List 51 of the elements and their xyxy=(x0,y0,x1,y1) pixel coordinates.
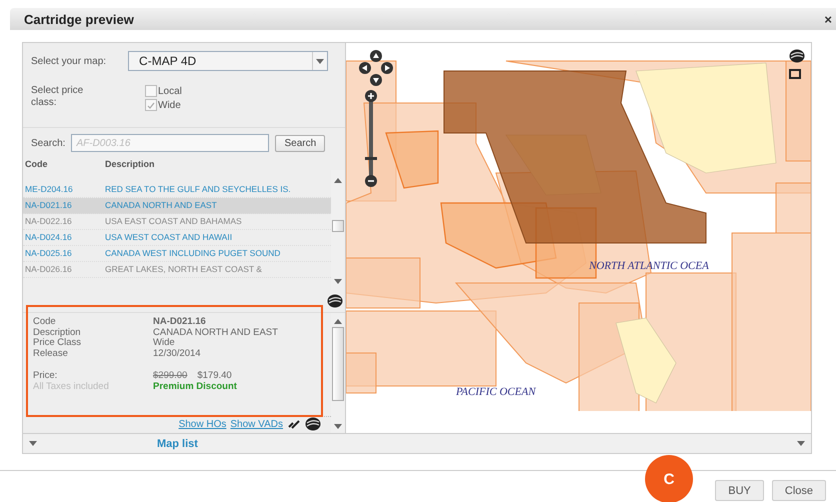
detail-label: Description xyxy=(33,328,82,338)
detail-value: Wide xyxy=(153,338,175,348)
search-label: Search: xyxy=(31,138,66,148)
globe-icon xyxy=(789,49,805,63)
scroll-down-icon[interactable] xyxy=(334,424,342,429)
pan-control-icon[interactable] xyxy=(358,49,394,87)
zoom-slider-icon[interactable] xyxy=(364,89,378,189)
detail-value: 12/30/2014 xyxy=(153,348,201,359)
map-select[interactable]: C-MAP 4D xyxy=(128,51,328,71)
details-link[interactable]: Show VADs xyxy=(230,418,283,430)
map-list-row[interactable]: NA-D021.16 CANADA NORTH AND EAST xyxy=(23,198,331,214)
price-value: $299.00 $179.40 xyxy=(153,371,232,382)
search-button[interactable]: Search xyxy=(275,134,326,152)
caret-icon[interactable] xyxy=(29,441,37,446)
map-list-row[interactable]: NA-D026.16 GREAT LAKES, NORTH EAST COAST & xyxy=(23,262,331,278)
globe-icon xyxy=(327,294,343,308)
detail-label: Code xyxy=(33,317,57,328)
map-list-row[interactable]: NA-D025.16 CANADA WEST INCLUDING PUGET SOUND xyxy=(23,246,331,262)
price-class-checkbox[interactable]: Wide xyxy=(145,99,182,111)
checkbox[interactable] xyxy=(145,99,157,111)
discount-text: Premium Discount xyxy=(153,382,237,392)
checkbox[interactable] xyxy=(145,85,157,97)
scroll-up-icon[interactable] xyxy=(334,319,342,324)
price-class-checkbox[interactable]: Local xyxy=(145,85,182,97)
map-select-label: Select your map: xyxy=(31,56,106,66)
detail-value: CANADA NORTH AND EAST xyxy=(153,328,278,338)
detail-value: NA-D021.16 xyxy=(153,317,206,328)
column-header: Description xyxy=(105,159,155,169)
scroll-thumb[interactable] xyxy=(332,220,344,232)
detail-label: Price Class xyxy=(33,338,82,348)
fullscreen-icon[interactable] xyxy=(788,68,802,80)
annotation-badge: C xyxy=(645,455,693,502)
link-icon xyxy=(287,419,301,429)
detail-label: Release xyxy=(33,348,69,359)
scroll-up-icon[interactable] xyxy=(334,178,342,183)
dialog-button[interactable]: Close xyxy=(772,480,826,501)
map-list-row[interactable]: NA-D022.16 USA EAST COAST AND BAHAMAS xyxy=(23,214,331,230)
scroll-down-icon[interactable] xyxy=(334,279,342,284)
globe-icon xyxy=(305,417,321,431)
price-label: Price: xyxy=(33,371,58,382)
price-class-label: Select price class: xyxy=(31,85,84,109)
close-button[interactable]: × xyxy=(824,12,832,26)
dialog-title: Cartridge preview xyxy=(24,12,134,26)
map-list-row[interactable]: NA-D024.16 USA WEST COAST AND HAWAII xyxy=(23,230,331,246)
dialog-button[interactable]: BUY xyxy=(715,480,764,501)
details-link[interactable]: Show HOs xyxy=(178,418,226,430)
map-list-link[interactable]: Map list xyxy=(157,438,198,450)
caret-icon xyxy=(316,58,324,64)
column-header: Code xyxy=(25,159,48,169)
scroll-thumb[interactable] xyxy=(332,327,344,401)
caret-icon[interactable] xyxy=(797,441,805,446)
